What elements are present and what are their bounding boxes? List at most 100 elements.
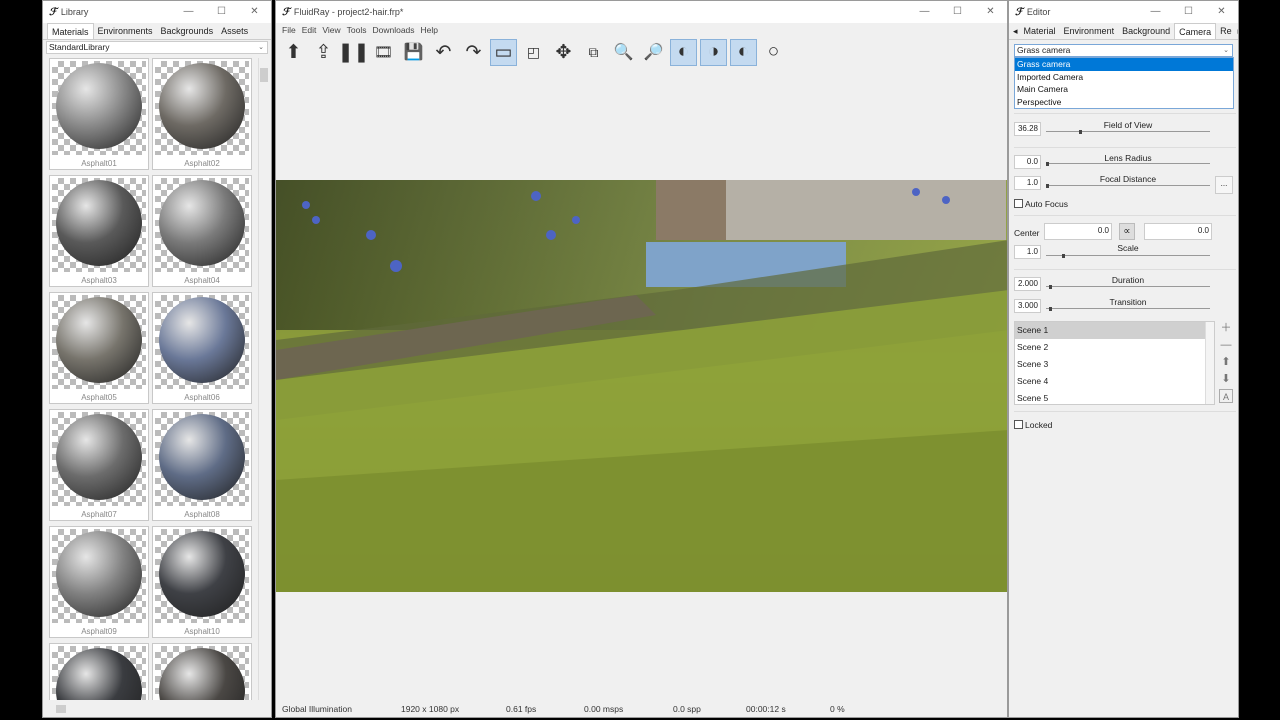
scale-slider[interactable] <box>1046 255 1210 256</box>
pick-zoom-icon[interactable]: 🔍 <box>610 39 637 66</box>
lens-radius-slider-knob[interactable] <box>1046 162 1049 166</box>
pause-icon[interactable]: ❚❚ <box>338 39 370 66</box>
arrow-up-icon[interactable]: ⬆ <box>280 39 307 66</box>
tab-render[interactable]: Re <box>1216 23 1236 39</box>
lens-radius-input[interactable]: 0.0 <box>1014 155 1041 169</box>
material-thumbnail[interactable] <box>152 643 252 700</box>
half-circle-right-icon[interactable]: ◐ <box>730 38 757 66</box>
focal-distance-input[interactable]: 1.0 <box>1014 176 1041 190</box>
redo-icon[interactable]: ↷ <box>460 39 487 66</box>
material-thumbnail[interactable]: Asphalt02 <box>152 58 252 170</box>
maximize-icon[interactable]: ☐ <box>205 1 238 23</box>
scale-slider-knob[interactable] <box>1062 254 1066 258</box>
scale-icon[interactable]: ⧉ <box>580 39 607 66</box>
focal-distance-pick-button[interactable]: ... <box>1215 176 1233 194</box>
tab-material[interactable]: Material <box>1020 23 1060 39</box>
list-item[interactable]: Scene 3 <box>1015 356 1214 373</box>
film-icon[interactable]: 🎞 <box>370 39 397 66</box>
transition-input[interactable]: 3.000 <box>1014 299 1041 313</box>
half-circle-left-icon[interactable]: ◐ <box>670 38 697 66</box>
transition-slider[interactable] <box>1046 308 1210 309</box>
auto-focus-checkbox[interactable] <box>1014 199 1023 208</box>
minimize-icon[interactable]: — <box>908 1 941 23</box>
material-thumbnail[interactable]: Asphalt08 <box>152 409 252 521</box>
material-thumbnail[interactable]: Asphalt03 <box>49 175 149 287</box>
menu-edit[interactable]: Edit <box>299 23 320 37</box>
half-circle-center-icon[interactable]: ◑ <box>700 38 727 66</box>
camera-option-imported[interactable]: Imported Camera <box>1015 71 1233 84</box>
editor-titlebar[interactable]: ℱ Editor — ☐ ✕ <box>1009 1 1238 23</box>
camera-option-perspective[interactable]: Perspective <box>1015 96 1233 109</box>
tab-environment[interactable]: Environment <box>1060 23 1119 39</box>
material-thumbnail[interactable]: Asphalt10 <box>152 526 252 638</box>
close-icon[interactable]: ✕ <box>238 1 271 23</box>
camera-option-main[interactable]: Main Camera <box>1015 83 1233 96</box>
minimize-icon[interactable]: — <box>1139 1 1172 23</box>
library-vertical-scrollbar[interactable] <box>258 58 268 700</box>
menu-tools[interactable]: Tools <box>344 23 370 37</box>
pick-focus-icon[interactable]: 🔎 <box>640 39 667 66</box>
center-x-input[interactable]: 0.0 <box>1044 223 1112 240</box>
tab-environments[interactable]: Environments <box>94 23 157 39</box>
close-icon[interactable]: ✕ <box>1205 1 1238 23</box>
scene-list-scrollbar[interactable] <box>1205 322 1214 404</box>
material-thumbnail[interactable] <box>49 643 149 700</box>
main-titlebar[interactable]: ℱ FluidRay - project2-hair.frp* — ☐ ✕ <box>276 1 1007 23</box>
center-y-input[interactable]: 0.0 <box>1144 223 1212 240</box>
tab-camera[interactable]: Camera <box>1174 23 1217 39</box>
duration-slider-knob[interactable] <box>1049 285 1053 289</box>
library-select[interactable]: StandardLibrary ⌄ <box>46 41 268 54</box>
maximize-icon[interactable]: ☐ <box>941 1 974 23</box>
focal-distance-slider[interactable] <box>1046 185 1210 186</box>
move-icon[interactable]: ✥ <box>550 39 577 66</box>
tab-background[interactable]: Background <box>1118 23 1174 39</box>
tab-scroll-left-icon[interactable]: ◂ <box>1011 23 1020 39</box>
save-icon[interactable]: 💾 <box>400 39 427 66</box>
material-thumbnail[interactable]: Asphalt01 <box>49 58 149 170</box>
scale-input[interactable]: 1.0 <box>1014 245 1041 259</box>
tab-materials[interactable]: Materials <box>47 23 94 39</box>
select-icon[interactable]: ◰ <box>520 39 547 66</box>
tab-assets[interactable]: Assets <box>217 23 252 39</box>
add-scene-icon[interactable]: ＋ <box>1219 321 1233 335</box>
viewport-frame-icon[interactable]: ▭ <box>490 38 517 66</box>
lens-radius-slider[interactable] <box>1046 163 1210 164</box>
close-icon[interactable]: ✕ <box>974 1 1007 23</box>
duration-input[interactable]: 2.000 <box>1014 277 1041 291</box>
focal-distance-slider-knob[interactable] <box>1046 184 1049 188</box>
material-thumbnail[interactable]: Asphalt05 <box>49 292 149 404</box>
remove-scene-icon[interactable]: — <box>1219 338 1233 352</box>
menu-help[interactable]: Help <box>418 23 441 37</box>
list-item[interactable]: Scene 1 <box>1015 322 1214 339</box>
tab-backgrounds[interactable]: Backgrounds <box>157 23 218 39</box>
minimize-icon[interactable]: — <box>172 1 205 23</box>
menu-downloads[interactable]: Downloads <box>369 23 417 37</box>
material-thumbnail[interactable]: Asphalt06 <box>152 292 252 404</box>
camera-option-grass[interactable]: Grass camera <box>1015 58 1233 71</box>
render-viewport[interactable] <box>276 180 1007 592</box>
link-icon[interactable]: ∝ <box>1119 223 1135 240</box>
fov-slider-knob[interactable] <box>1078 130 1082 134</box>
library-horizontal-scrollbar[interactable] <box>46 704 258 714</box>
duration-slider[interactable] <box>1046 286 1210 287</box>
transition-slider-knob[interactable] <box>1049 307 1053 311</box>
rename-scene-icon[interactable]: A <box>1219 389 1233 403</box>
tab-scroll-right-icon[interactable]: ▸ <box>1236 23 1239 39</box>
circle-icon[interactable]: ○ <box>760 39 787 66</box>
library-titlebar[interactable]: ℱ Library — ☐ ✕ <box>43 1 271 23</box>
menu-view[interactable]: View <box>319 23 343 37</box>
fov-input[interactable]: 36.28 <box>1014 122 1041 136</box>
export-icon[interactable]: ⇪ <box>310 39 337 66</box>
move-up-icon[interactable]: ⬆ <box>1219 355 1233 369</box>
undo-icon[interactable]: ↶ <box>430 39 457 66</box>
maximize-icon[interactable]: ☐ <box>1172 1 1205 23</box>
material-thumbnail[interactable]: Asphalt07 <box>49 409 149 521</box>
camera-select[interactable]: Grass camera ⌄ <box>1014 44 1233 57</box>
list-item[interactable]: Scene 4 <box>1015 373 1214 390</box>
fov-slider[interactable] <box>1046 131 1210 132</box>
list-item[interactable]: Scene 5 <box>1015 390 1214 404</box>
locked-checkbox[interactable] <box>1014 420 1023 429</box>
material-thumbnail[interactable]: Asphalt04 <box>152 175 252 287</box>
move-down-icon[interactable]: ⬇ <box>1219 372 1233 386</box>
list-item[interactable]: Scene 2 <box>1015 339 1214 356</box>
